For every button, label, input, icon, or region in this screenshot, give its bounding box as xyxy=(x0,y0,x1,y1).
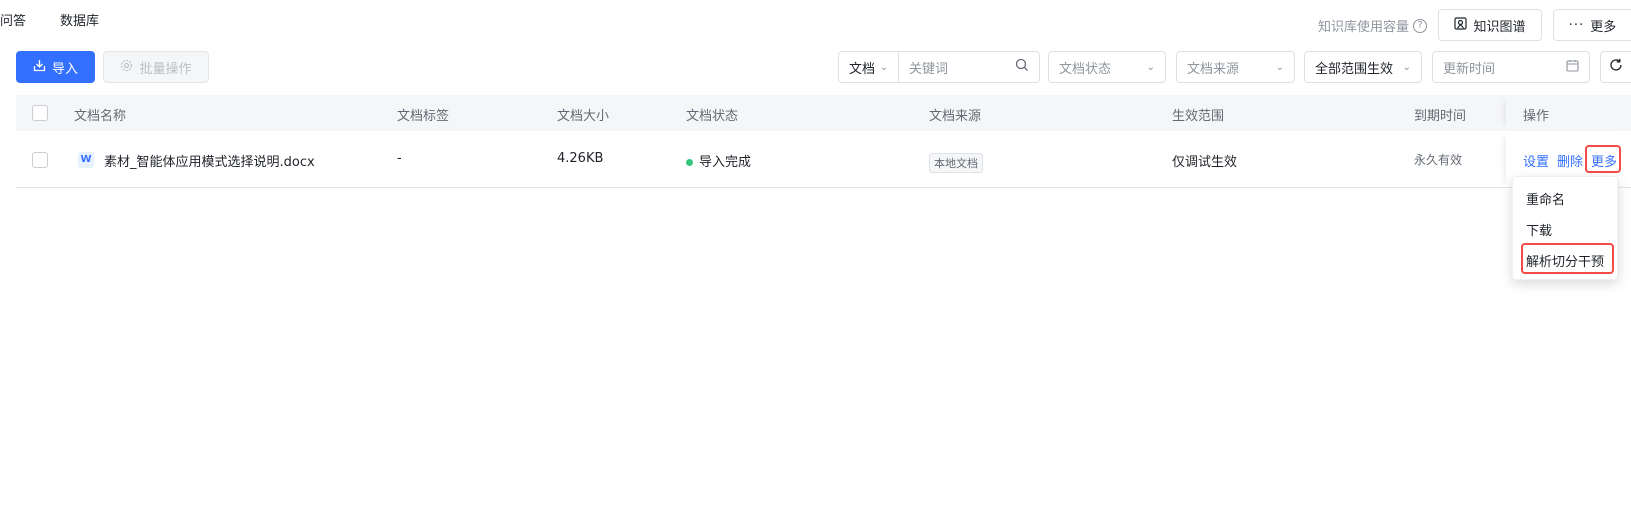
refresh-button[interactable] xyxy=(1600,51,1631,83)
column-size: 文档大小 xyxy=(557,109,610,124)
column-tags: 文档标签 xyxy=(397,109,450,124)
column-name: 文档名称 xyxy=(74,109,127,124)
column-actions-header: 操作 xyxy=(1506,95,1631,131)
menu-item-rename[interactable]: 重命名 xyxy=(1526,189,1565,208)
tab-qa[interactable]: 问答 xyxy=(0,10,26,29)
chevron-down-icon: ⌄ xyxy=(1146,61,1155,73)
capacity-info: 知识库使用容量 ? xyxy=(1318,16,1428,35)
doc-status-text: 导入完成 xyxy=(699,155,752,170)
select-all-checkbox[interactable] xyxy=(32,105,48,121)
column-scope: 生效范围 xyxy=(1172,109,1225,124)
search-icon[interactable] xyxy=(1015,58,1029,76)
tab-database[interactable]: 数据库 xyxy=(60,10,99,29)
batch-operation-button[interactable]: 批量操作 xyxy=(103,51,209,83)
row-checkbox[interactable] xyxy=(32,152,48,168)
doc-size: 4.26KB xyxy=(557,151,604,166)
more-label: 更多 xyxy=(1590,19,1617,35)
chevron-down-icon: ⌄ xyxy=(1275,61,1284,73)
source-placeholder: 文档来源 xyxy=(1187,61,1240,77)
scope-value: 全部范围生效 xyxy=(1315,61,1394,77)
knowledge-graph-label: 知识图谱 xyxy=(1473,19,1526,35)
doc-scope: 仅调试生效 xyxy=(1172,155,1238,170)
refresh-icon xyxy=(1609,58,1623,76)
doc-status-select[interactable]: 文档状态 ⌄ xyxy=(1048,51,1166,83)
doc-tags: - xyxy=(397,151,402,166)
column-actions: 操作 xyxy=(1523,109,1550,124)
graph-icon xyxy=(1454,16,1468,34)
batch-label: 批量操作 xyxy=(139,61,192,77)
settings-link[interactable]: 设置 xyxy=(1523,151,1549,170)
import-button[interactable]: 导入 xyxy=(16,51,95,83)
gear-icon xyxy=(120,59,133,76)
column-status: 文档状态 xyxy=(686,109,739,124)
word-doc-icon: W xyxy=(78,152,94,168)
chevron-down-icon: ⌄ xyxy=(879,61,888,73)
ellipsis-icon: ··· xyxy=(1568,17,1585,33)
scope-select[interactable]: 全部范围生效 ⌄ xyxy=(1304,51,1422,83)
status-placeholder: 文档状态 xyxy=(1059,61,1112,77)
knowledge-graph-button[interactable]: 知识图谱 xyxy=(1438,9,1542,41)
more-highlight-box xyxy=(1585,145,1621,173)
column-source: 文档来源 xyxy=(929,109,982,124)
doc-type-select[interactable]: 文档 ⌄ xyxy=(838,51,899,83)
parse-split-highlight-box xyxy=(1521,243,1614,274)
help-icon[interactable]: ? xyxy=(1413,18,1428,33)
calendar-icon xyxy=(1566,59,1579,76)
status-dot-icon xyxy=(686,159,693,166)
menu-item-download[interactable]: 下载 xyxy=(1526,220,1552,239)
table-header: 文档名称 文档标签 文档大小 文档状态 文档来源 生效范围 到期时间 xyxy=(16,95,1631,131)
more-button-top[interactable]: ··· 更多 xyxy=(1553,9,1631,41)
doc-expiry: 永久有效 xyxy=(1414,153,1463,167)
table-row[interactable]: W 素材_智能体应用模式选择说明.docx - 4.26KB 导入完成 本地文档… xyxy=(16,131,1631,188)
import-icon xyxy=(33,59,46,76)
capacity-label: 知识库使用容量 xyxy=(1318,20,1410,35)
keyword-placeholder: 关键词 xyxy=(909,61,949,77)
doc-name[interactable]: 素材_智能体应用模式选择说明.docx xyxy=(104,151,315,170)
doc-type-value: 文档 xyxy=(849,61,876,77)
import-label: 导入 xyxy=(51,61,78,77)
doc-source-tag: 本地文档 xyxy=(929,153,983,173)
time-placeholder: 更新时间 xyxy=(1443,61,1496,77)
keyword-search-input[interactable]: 关键词 xyxy=(898,51,1040,83)
doc-status: 导入完成 xyxy=(686,151,751,170)
chevron-down-icon: ⌄ xyxy=(1402,61,1411,73)
update-time-picker[interactable]: 更新时间 xyxy=(1432,51,1590,83)
column-expiry: 到期时间 xyxy=(1414,109,1467,124)
delete-link[interactable]: 删除 xyxy=(1557,151,1583,170)
doc-source-select[interactable]: 文档来源 ⌄ xyxy=(1176,51,1295,83)
